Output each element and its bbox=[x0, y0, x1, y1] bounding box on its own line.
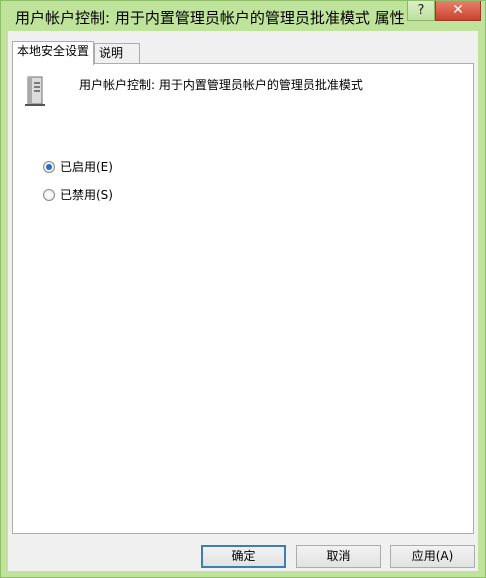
policy-title: 用户帐户控制: 用于内置管理员帐户的管理员批准模式 bbox=[79, 78, 363, 92]
close-icon: ✕ bbox=[452, 2, 464, 18]
apply-button[interactable]: 应用(A) bbox=[390, 545, 475, 568]
close-button[interactable]: ✕ bbox=[435, 1, 481, 21]
tab-panel: 用户帐户控制: 用于内置管理员帐户的管理员批准模式 已启用(E) 已禁用(S) bbox=[12, 63, 474, 534]
help-button[interactable]: ? bbox=[407, 1, 435, 21]
server-icon bbox=[25, 76, 45, 106]
radio-enabled-label[interactable]: 已启用(E) bbox=[60, 160, 113, 174]
radio-disabled-label[interactable]: 已禁用(S) bbox=[60, 188, 113, 202]
window-title: 用户帐户控制: 用于内置管理员帐户的管理员批准模式 属性 bbox=[15, 9, 405, 27]
radio-enabled-indicator[interactable] bbox=[43, 160, 55, 173]
help-icon: ? bbox=[417, 3, 425, 18]
ok-button[interactable]: 确定 bbox=[201, 545, 286, 568]
tab-explain[interactable]: 说明 bbox=[94, 43, 140, 63]
tab-local-security-setting[interactable]: 本地安全设置 bbox=[12, 41, 94, 65]
title-bar[interactable]: 用户帐户控制: 用于内置管理员帐户的管理员批准模式 属性 ? ✕ bbox=[1, 1, 485, 31]
properties-dialog: 用户帐户控制: 用于内置管理员帐户的管理员批准模式 属性 ? ✕ 本地安全设置 … bbox=[0, 0, 486, 578]
radio-disabled[interactable]: 已禁用(S) bbox=[43, 186, 113, 202]
cancel-button[interactable]: 取消 bbox=[296, 545, 381, 568]
radio-enabled[interactable]: 已启用(E) bbox=[43, 158, 113, 174]
radio-disabled-indicator[interactable] bbox=[43, 188, 55, 201]
dialog-body: 本地安全设置 说明 用户帐户控制: 用于内置管理员帐户的管理员批准模式 已启用(… bbox=[8, 31, 478, 571]
